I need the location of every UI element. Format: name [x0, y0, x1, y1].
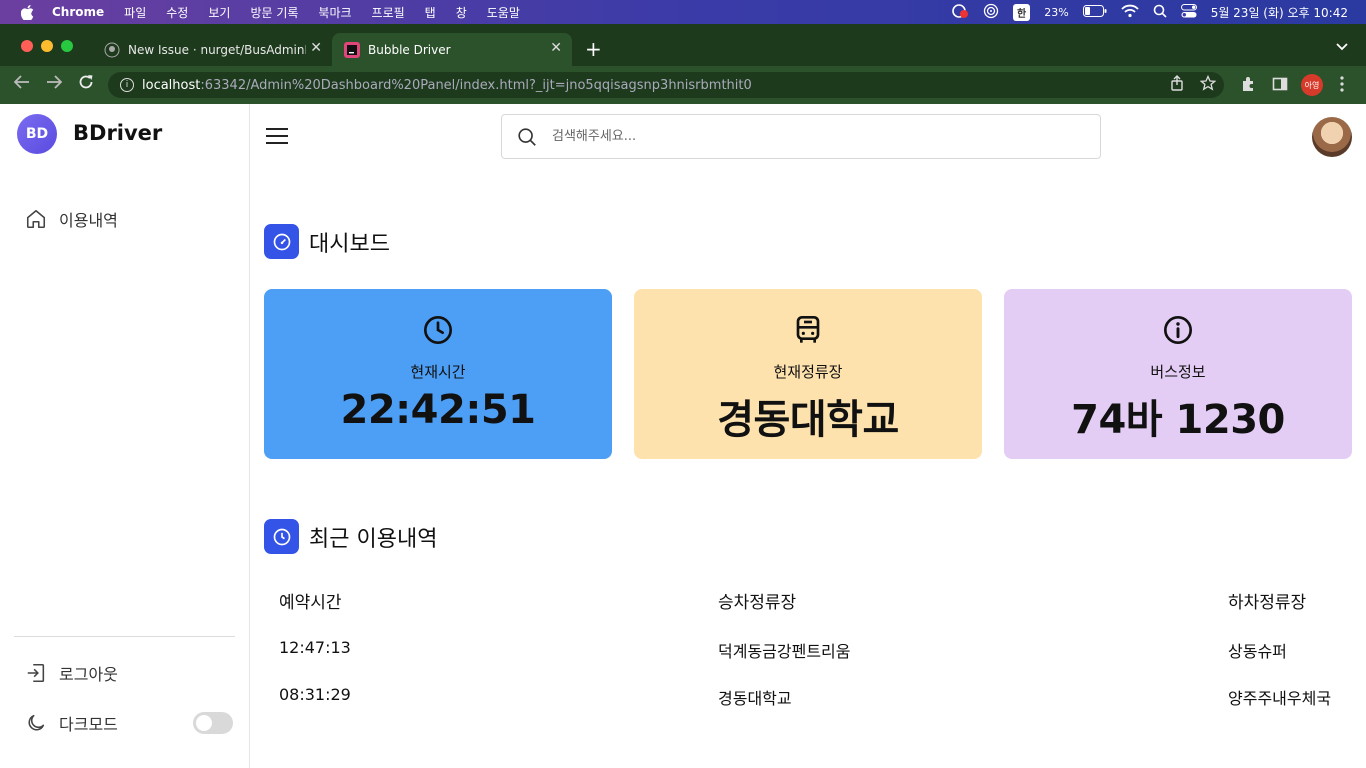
- logout-icon: [27, 663, 45, 683]
- menubar-clock[interactable]: 5월 23일 (화) 오후 10:42: [1211, 4, 1348, 21]
- mac-menubar: Chrome 파일 수정 보기 방문 기록 북마크 프로필 탭 창 도움말 한 …: [0, 0, 1366, 24]
- apple-icon[interactable]: [20, 4, 34, 20]
- recent-history-heading: 최근 이용내역: [264, 519, 437, 554]
- github-icon: [104, 42, 120, 58]
- home-icon: [26, 209, 46, 229]
- clock-icon: [424, 316, 452, 344]
- address-url[interactable]: localhost:63342/Admin%20Dashboard%20Pane…: [142, 78, 752, 93]
- intellij-icon: [344, 42, 360, 58]
- tab-title: New Issue · nurget/BusAdminP: [128, 43, 306, 57]
- clock-icon: [264, 519, 299, 554]
- menubar-item-profiles[interactable]: 프로필: [372, 4, 405, 21]
- tab-close-icon[interactable]: ✕: [310, 40, 322, 56]
- sidebar-item-usage-history[interactable]: 이용내역: [25, 207, 118, 231]
- app-logo[interactable]: BD: [17, 114, 57, 154]
- side-panel-icon[interactable]: [1272, 76, 1288, 96]
- browser-tab-github[interactable]: New Issue · nurget/BusAdminP ✕: [92, 33, 332, 67]
- app-brand-name[interactable]: BDriver: [73, 121, 162, 145]
- section-title: 최근 이용내역: [309, 526, 438, 552]
- card-current-time: 현재시간 22:42:51: [264, 289, 612, 459]
- card-value: 74바 1230: [1071, 397, 1285, 443]
- extensions-puzzle-icon[interactable]: [1240, 76, 1256, 96]
- battery-percent: 23%: [1044, 5, 1069, 19]
- gauge-icon: [264, 224, 299, 259]
- tab-title: Bubble Driver: [368, 43, 451, 57]
- column-header-boarding-stop: 승차정류장: [718, 593, 797, 613]
- toggle-knob: [196, 715, 212, 731]
- dashboard-heading: 대시보드: [264, 224, 390, 259]
- menubar-item-file[interactable]: 파일: [124, 4, 146, 21]
- input-method-indicator[interactable]: 한: [1013, 3, 1031, 21]
- menubar-item-history[interactable]: 방문 기록: [250, 4, 298, 21]
- menubar-item-help[interactable]: 도움말: [487, 4, 520, 21]
- control-center-icon[interactable]: [1180, 3, 1197, 21]
- browser-menu-kebab-icon[interactable]: [1340, 76, 1344, 96]
- menubar-app-name[interactable]: Chrome: [52, 5, 104, 19]
- darkmode-label: 다크모드: [59, 715, 118, 734]
- moon-icon: [28, 714, 45, 731]
- forward-button[interactable]: [46, 74, 63, 94]
- column-header-alighting-stop: 하차정류장: [1228, 593, 1307, 613]
- card-bus-info: 버스정보 74바 1230: [1004, 289, 1352, 459]
- airdrop-icon[interactable]: [983, 3, 999, 22]
- sidebar-divider: [14, 636, 235, 637]
- app-sidebar: BD BDriver 이용내역 로그아웃 다크모드: [0, 104, 250, 768]
- menu-hamburger-icon[interactable]: [266, 128, 288, 144]
- wifi-icon[interactable]: [1121, 4, 1139, 21]
- darkmode-row: 다크모드: [25, 711, 118, 735]
- table-cell: 덕계동금강펜트리움: [718, 642, 851, 661]
- bookmark-star-icon[interactable]: [1199, 74, 1217, 95]
- page-title: 대시보드: [309, 231, 390, 257]
- site-info-icon[interactable]: i: [120, 78, 134, 92]
- logout-label: 로그아웃: [59, 665, 118, 684]
- search-icon: [518, 127, 536, 146]
- card-value: 22:42:51: [340, 387, 536, 433]
- search-bar: [501, 114, 1101, 159]
- back-button[interactable]: [13, 74, 30, 94]
- user-avatar[interactable]: [1312, 117, 1352, 157]
- card-value: 경동대학교: [717, 397, 899, 443]
- battery-icon[interactable]: [1082, 4, 1107, 20]
- card-title: 현재정류장: [773, 363, 843, 381]
- window-minimize-button[interactable]: [41, 40, 53, 52]
- table-cell: 08:31:29: [279, 685, 351, 704]
- tab-close-icon[interactable]: ✕: [550, 40, 562, 56]
- new-tab-button[interactable]: +: [585, 38, 602, 60]
- reload-button[interactable]: [78, 74, 94, 95]
- tab-search-chevron-icon[interactable]: [1336, 40, 1348, 54]
- spotlight-search-icon[interactable]: [1153, 4, 1167, 21]
- menubar-item-tab[interactable]: 탭: [425, 4, 436, 21]
- card-current-stop: 현재정류장 경동대학교: [634, 289, 982, 459]
- search-input[interactable]: [552, 129, 1052, 144]
- window-close-button[interactable]: [21, 40, 33, 52]
- table-cell: 양주주내우체국: [1228, 689, 1332, 708]
- screen-record-icon[interactable]: [951, 3, 969, 22]
- darkmode-toggle[interactable]: [193, 712, 233, 734]
- window-zoom-button[interactable]: [61, 40, 73, 52]
- card-title: 현재시간: [410, 363, 466, 381]
- browser-profile-avatar[interactable]: 아영: [1301, 74, 1323, 96]
- menubar-item-bookmarks[interactable]: 북마크: [318, 4, 351, 21]
- sidebar-item-label: 이용내역: [59, 211, 118, 230]
- bus-icon: [796, 316, 820, 343]
- card-title: 버스정보: [1150, 363, 1206, 381]
- table-cell: 12:47:13: [279, 638, 351, 657]
- share-icon[interactable]: [1170, 75, 1184, 95]
- browser-tab-bubble-driver[interactable]: Bubble Driver ✕: [332, 33, 572, 67]
- info-icon: [1164, 316, 1192, 344]
- menubar-item-view[interactable]: 보기: [208, 4, 230, 21]
- table-cell: 경동대학교: [718, 689, 792, 708]
- logout-button[interactable]: 로그아웃: [25, 661, 118, 685]
- menubar-item-edit[interactable]: 수정: [166, 4, 188, 21]
- address-bar[interactable]: i localhost:63342/Admin%20Dashboard%20Pa…: [108, 72, 1224, 98]
- table-cell: 상동슈퍼: [1228, 642, 1287, 661]
- menubar-item-window[interactable]: 창: [456, 4, 467, 21]
- column-header-reserve-time: 예약시간: [279, 593, 342, 613]
